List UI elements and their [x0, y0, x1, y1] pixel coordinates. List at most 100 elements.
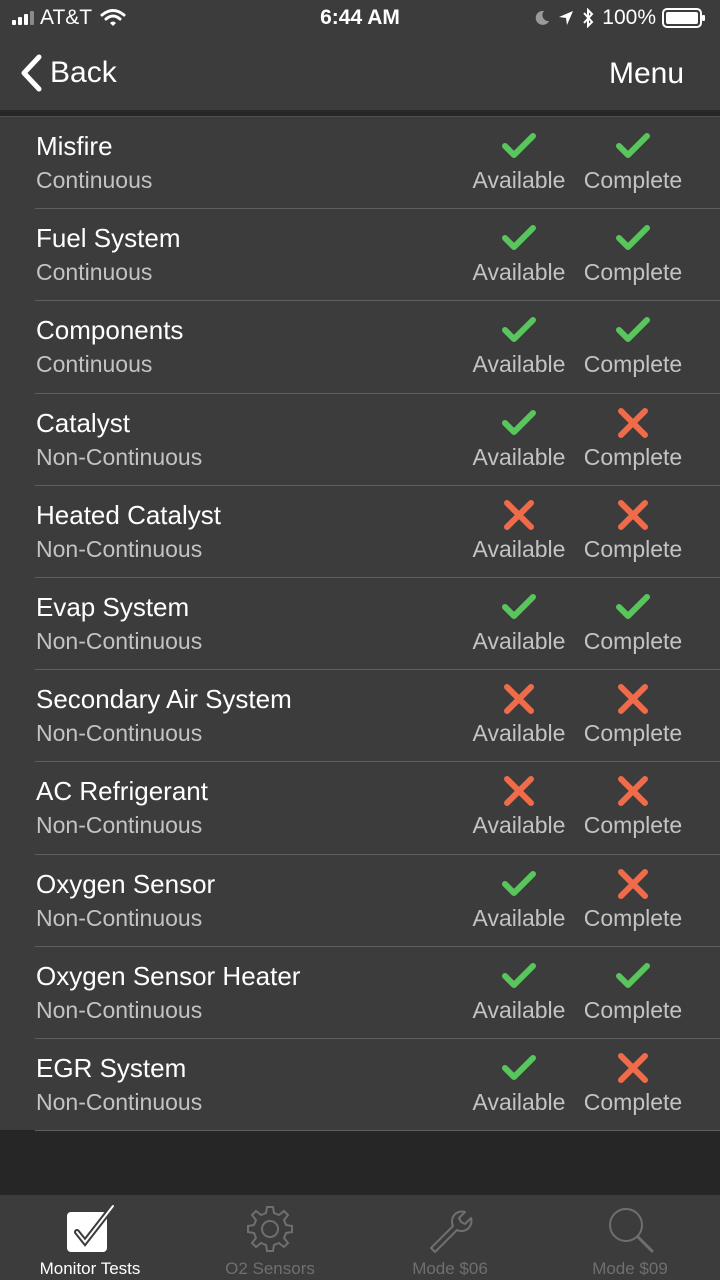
monitor-name: Oxygen Sensor Heater	[36, 960, 301, 991]
available-status: Available	[459, 590, 579, 655]
check-icon	[459, 221, 579, 255]
monitor-row: Oxygen Sensor Heater Non-Continuous Availa…	[0, 947, 720, 1039]
status-right: 100%	[534, 6, 706, 30]
complete-label: Complete	[583, 351, 683, 378]
available-label: Available	[472, 1088, 566, 1115]
complete-label: Complete	[583, 167, 683, 193]
complete-label: Complete	[583, 535, 683, 562]
available-status: Available	[459, 867, 579, 932]
check-icon	[459, 1051, 579, 1085]
complete-label: Complete	[583, 1088, 683, 1115]
cross-icon	[573, 406, 693, 440]
monitor-row: Evap System Non-Continuous Available Comple…	[0, 578, 720, 671]
complete-status: Complete	[573, 221, 693, 286]
monitor-row: Heated Catalyst Non-Continuous Available Co…	[0, 486, 720, 578]
monitor-row: Catalyst Non-Continuous Available Complete	[0, 394, 720, 486]
complete-status: Complete	[573, 959, 693, 1024]
tab-label: Monitor Tests	[39, 1259, 141, 1278]
monitor-name: Oxygen Sensor	[36, 868, 216, 899]
available-label: Available	[472, 167, 566, 193]
complete-status: Complete	[573, 313, 693, 378]
tab-label: Mode $09	[592, 1259, 668, 1278]
tab-mode-06[interactable]: Mode $06	[360, 1195, 540, 1280]
battery-icon	[662, 8, 705, 28]
monitor-type: Continuous	[36, 351, 153, 378]
cross-icon	[573, 498, 693, 532]
navigation-bar: Back Menu	[0, 36, 720, 112]
check-icon	[573, 959, 693, 993]
tab-mode-09[interactable]: Mode $09	[540, 1195, 720, 1280]
available-status: Available	[459, 406, 579, 471]
available-status: Available	[459, 774, 579, 839]
monitor-name: Fuel System	[36, 223, 181, 254]
tab-bar: Monitor Tests O2 Sensors Mode $06 Mode $09	[0, 1195, 720, 1280]
checkbox-icon	[0, 1203, 180, 1255]
available-label: Available	[472, 720, 566, 747]
cross-icon	[459, 498, 579, 532]
check-icon	[459, 406, 579, 440]
complete-label: Complete	[583, 812, 683, 839]
cross-icon	[459, 682, 579, 716]
cross-icon	[573, 774, 693, 808]
complete-label: Complete	[583, 443, 683, 470]
complete-label: Complete	[583, 996, 683, 1023]
monitor-name: Catalyst	[36, 407, 130, 438]
available-label: Available	[472, 904, 566, 931]
complete-status: Complete	[573, 1051, 693, 1116]
monitor-name: Secondary Air System	[36, 684, 292, 715]
check-icon	[459, 590, 579, 624]
complete-label: Complete	[583, 627, 683, 654]
check-icon	[459, 959, 579, 993]
monitor-type: Non-Continuous	[36, 1088, 203, 1115]
monitor-list: Misfire Continuous Available Complete Fuel S…	[0, 116, 720, 1132]
check-icon	[459, 867, 579, 901]
check-icon	[573, 129, 693, 163]
monitor-name: Evap System	[36, 591, 190, 622]
check-icon	[459, 313, 579, 347]
monitor-type: Non-Continuous	[36, 996, 203, 1023]
available-label: Available	[472, 535, 566, 562]
complete-status: Complete	[573, 406, 693, 471]
monitor-name: Heated Catalyst	[36, 499, 221, 530]
monitor-row: Components Continuous Available Complete	[0, 301, 720, 394]
available-status: Available	[459, 498, 579, 563]
monitor-name: AC Refrigerant	[36, 776, 208, 807]
available-status: Available	[459, 129, 579, 194]
back-button[interactable]: Back	[20, 54, 117, 92]
cross-icon	[459, 774, 579, 808]
tab-o2-sensors[interactable]: O2 Sensors	[180, 1195, 360, 1280]
chevron-left-icon	[21, 54, 42, 92]
available-status: Available	[459, 313, 579, 378]
tab-label: Mode $06	[412, 1259, 488, 1278]
cross-icon	[573, 867, 693, 901]
complete-status: Complete	[573, 682, 693, 747]
monitor-row: AC Refrigerant Non-Continuous Available Com…	[0, 762, 720, 855]
complete-label: Complete	[583, 720, 683, 747]
available-label: Available	[472, 996, 566, 1023]
monitor-name: EGR System	[36, 1052, 187, 1083]
check-icon	[573, 221, 693, 255]
gear-icon	[180, 1203, 360, 1255]
available-label: Available	[472, 443, 566, 470]
available-label: Available	[472, 627, 566, 654]
monitor-type: Non-Continuous	[36, 627, 203, 654]
complete-status: Complete	[573, 867, 693, 932]
tab-monitor-tests[interactable]: Monitor Tests	[0, 1195, 180, 1280]
monitor-type: Non-Continuous	[36, 904, 203, 931]
monitor-row: Misfire Continuous Available Complete	[0, 117, 720, 210]
menu-button[interactable]: Menu	[609, 57, 684, 91]
monitor-type: Non-Continuous	[36, 812, 203, 839]
check-icon	[459, 129, 579, 163]
moon-icon	[536, 10, 550, 25]
complete-status: Complete	[573, 498, 693, 563]
cross-icon	[573, 1051, 693, 1085]
back-label: Back	[50, 56, 117, 89]
wrench-icon	[360, 1203, 540, 1255]
cross-icon	[573, 682, 693, 716]
monitor-type: Non-Continuous	[36, 443, 203, 470]
row-divider	[35, 1130, 720, 1132]
carrier-label: AT&T	[40, 6, 93, 29]
signal-strength-icon	[12, 11, 34, 25]
complete-status: Complete	[573, 129, 693, 194]
complete-label: Complete	[583, 259, 683, 286]
